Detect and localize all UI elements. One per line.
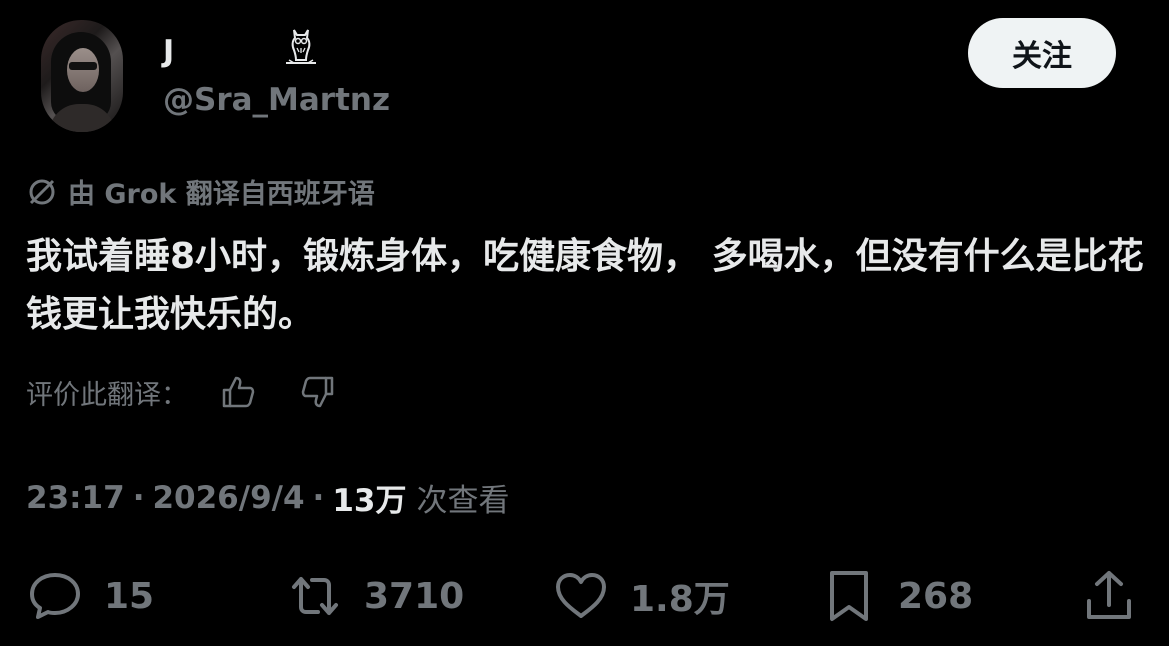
rate-translation-label: 评价此翻译： [26, 379, 188, 411]
thumbs-down-icon[interactable] [298, 372, 338, 412]
reply-icon [30, 573, 80, 619]
retweet-count: 3710 [364, 575, 465, 617]
translate-icon [29, 179, 55, 204]
avatar-face [67, 48, 99, 92]
translation-notice: 由 Grok 翻译自西班牙语 [26, 172, 375, 211]
tweet-time[interactable]: 23:17 [26, 480, 125, 516]
follow-button[interactable]: 关注 [968, 18, 1116, 88]
meta-separator: · [132, 479, 145, 516]
like-button[interactable]: 1.8万 [552, 566, 730, 626]
reply-button[interactable]: 15 [26, 566, 154, 626]
rate-translation: 评价此翻译： [26, 372, 338, 412]
meta-separator: · [312, 479, 325, 516]
tweet-date[interactable]: 2026/9/4 [152, 480, 304, 516]
tweet-text: 我试着睡8小时，锻炼身体，吃健康食物， 多喝水，但没有什么是比花钱更让我快乐的。 [26, 236, 1144, 335]
reply-count: 15 [104, 575, 155, 617]
display-name[interactable]: J [163, 34, 175, 69]
share-button[interactable] [1080, 566, 1138, 626]
owl-icon [286, 29, 316, 64]
bookmark-icon [830, 571, 868, 621]
avatar-glasses [69, 62, 97, 70]
views-label: 次查看 [416, 483, 510, 519]
retweet-button[interactable]: 3710 [286, 566, 464, 626]
retweet-icon [292, 577, 338, 615]
avatar[interactable] [41, 20, 123, 132]
thumbs-up-icon[interactable] [218, 372, 258, 412]
name-redaction [183, 38, 271, 66]
bookmark-button[interactable]: 268 [820, 566, 973, 626]
heart-icon [556, 573, 606, 618]
tweet-meta: 23:17 · 2026/9/4 · 13万 次查看 [26, 475, 509, 520]
bookmark-count: 268 [898, 575, 974, 617]
user-handle[interactable]: @Sra_Martnz [163, 82, 390, 118]
views-count[interactable]: 13万 [332, 475, 406, 520]
like-count: 1.8万 [630, 579, 730, 620]
translation-notice-text: 由 Grok 翻译自西班牙语 [68, 179, 375, 210]
share-icon [1087, 571, 1131, 619]
